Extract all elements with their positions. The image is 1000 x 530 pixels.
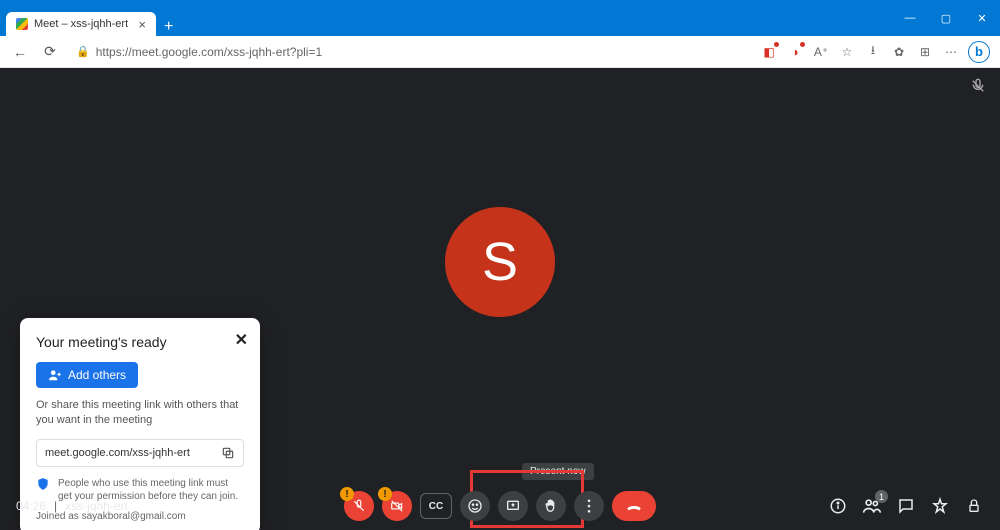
window-minimize-button[interactable]: ― — [892, 0, 928, 36]
popup-close-button[interactable]: ✕ — [235, 330, 248, 350]
separator: | — [54, 499, 57, 513]
extension-icon-1[interactable]: ◧ — [760, 43, 778, 61]
raise-hand-button[interactable] — [536, 491, 566, 521]
bing-button[interactable]: b — [968, 41, 990, 63]
text-size-icon[interactable]: A⁺ — [812, 43, 830, 61]
mic-muted-corner-icon — [970, 78, 986, 94]
extension-icon-2[interactable]: ◑ — [786, 43, 804, 61]
present-now-button[interactable] — [498, 491, 528, 521]
window-maximize-button[interactable]: ▢ — [928, 0, 964, 36]
new-tab-button[interactable]: + — [156, 18, 181, 36]
tab-title: Meet – xss-jqhh-ert — [34, 18, 128, 30]
reactions-button[interactable] — [460, 491, 490, 521]
refresh-button[interactable]: ⟳ — [40, 42, 60, 62]
lock-icon: 🔒 — [76, 45, 90, 58]
activities-button[interactable] — [930, 496, 950, 516]
favorites-icon[interactable]: ☆ — [838, 43, 856, 61]
more-options-button[interactable] — [574, 491, 604, 521]
mic-toggle-button[interactable]: ! — [344, 491, 374, 521]
person-add-icon — [48, 368, 62, 382]
mic-warning-badge: ! — [340, 487, 354, 501]
participant-count-badge: 1 — [875, 490, 888, 503]
present-now-tooltip: Present now — [522, 463, 594, 480]
captions-button[interactable]: CC — [420, 493, 452, 519]
meet-stage: S ✕ Your meeting's ready Add others Or s… — [0, 68, 1000, 530]
meeting-link-box: meet.google.com/xss-jqhh-ert — [36, 439, 244, 467]
avatar-letter: S — [482, 231, 518, 293]
tab-close-icon[interactable]: × — [138, 17, 146, 32]
meet-favicon — [16, 18, 28, 30]
window-close-button[interactable]: ✕ — [964, 0, 1000, 36]
leave-call-button[interactable] — [612, 491, 656, 521]
back-button[interactable]: ← — [10, 42, 30, 62]
collections-icon[interactable]: ✿ — [890, 43, 908, 61]
chat-button[interactable] — [896, 496, 916, 516]
meeting-details-button[interactable] — [828, 496, 848, 516]
clock-time: 04:26 — [16, 499, 46, 513]
more-menu-icon[interactable]: ⋯ — [942, 43, 960, 61]
extensions-icon[interactable]: ⊞ — [916, 43, 934, 61]
meeting-link-text: meet.google.com/xss-jqhh-ert — [45, 447, 190, 459]
camera-toggle-button[interactable]: ! — [382, 491, 412, 521]
address-bar[interactable]: 🔒 https://meet.google.com/xss-jqhh-ert?p… — [70, 40, 750, 64]
downloads-icon[interactable]: ⭳ — [864, 43, 882, 61]
share-text: Or share this meeting link with others t… — [36, 398, 244, 429]
copy-link-button[interactable] — [221, 446, 235, 460]
host-controls-button[interactable] — [964, 496, 984, 516]
url-text: https://meet.google.com/xss-jqhh-ert?pli… — [96, 45, 322, 59]
add-others-button[interactable]: Add others — [36, 362, 138, 388]
popup-title: Your meeting's ready — [36, 334, 244, 350]
meeting-code: xss-jqhh-ert — [65, 499, 128, 513]
people-button[interactable]: 1 — [862, 496, 882, 516]
add-others-label: Add others — [68, 368, 126, 382]
participant-avatar: S — [445, 207, 555, 317]
camera-warning-badge: ! — [378, 487, 392, 501]
browser-tab[interactable]: Meet – xss-jqhh-ert × — [6, 12, 156, 36]
